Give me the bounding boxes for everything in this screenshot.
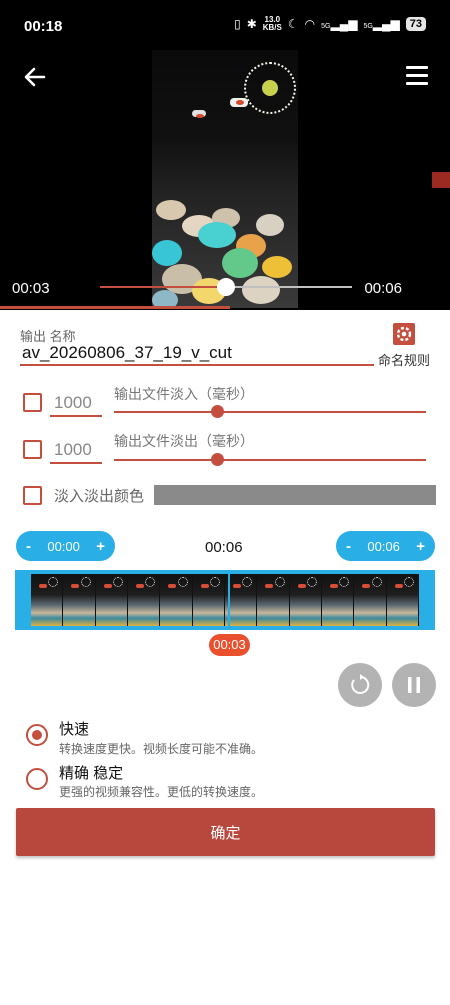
reset-icon xyxy=(351,674,370,694)
frame-fish xyxy=(168,584,177,588)
pause-button[interactable] xyxy=(392,663,436,707)
bluetooth-icon: ✱ xyxy=(246,17,257,31)
trim-duration: 00:06 xyxy=(205,539,243,556)
frame-plant xyxy=(80,577,91,587)
seek-progress xyxy=(100,286,226,288)
back-arrow-icon[interactable] xyxy=(22,64,48,90)
status-time: 00:18 xyxy=(24,18,63,35)
frame-plant xyxy=(306,577,317,587)
fade-color-swatch[interactable] xyxy=(154,485,436,505)
trim-end-plus-button[interactable]: + xyxy=(416,538,425,555)
fade-out-thumb[interactable] xyxy=(210,453,224,466)
end-time: 00:06 xyxy=(364,280,402,297)
wifi-icon: ◠ xyxy=(304,17,316,31)
signal-icon: 5G▂▄▆ xyxy=(321,17,358,31)
frame-plant xyxy=(242,577,253,587)
frame-plant xyxy=(403,577,414,587)
frame-plant xyxy=(274,577,285,587)
trim-start-value: 00:00 xyxy=(47,538,80,554)
frame-fish xyxy=(394,584,403,588)
frame-fish xyxy=(103,584,112,588)
current-time: 00:03 xyxy=(12,280,50,297)
menu-icon[interactable] xyxy=(406,66,428,86)
frame-thumbnail xyxy=(321,574,355,626)
frame-plant xyxy=(48,577,59,587)
fade-out-slider[interactable] xyxy=(114,453,426,466)
fade-color-checkbox[interactable] xyxy=(23,486,42,505)
trim-start-plus-button[interactable]: + xyxy=(96,538,105,555)
fade-out-checkbox[interactable] xyxy=(23,440,42,459)
frame-fish xyxy=(200,584,209,588)
frame-plant xyxy=(209,577,220,587)
option-fast-desc: 转换速度更快。视频长度可能不准确。 xyxy=(59,742,264,756)
fade-out-label: 输出文件淡出（毫秒） xyxy=(114,433,254,449)
status-icons: ▯ ✱ 13.0 KB/S ☾ ◠ 5G▂▄▆ 5G▂▄▆ 73 xyxy=(234,16,426,32)
frame-fish xyxy=(297,584,306,588)
trim-start-minus-button[interactable]: - xyxy=(26,538,31,555)
trim-start-control: - 00:00 + xyxy=(16,531,115,561)
progress-underline xyxy=(0,306,230,309)
seek-thumb[interactable] xyxy=(217,278,235,296)
frame-thumbnails xyxy=(31,574,419,626)
battery-badge: 73 xyxy=(405,17,426,31)
video-player: 00:18 ▯ ✱ 13.0 KB/S ☾ ◠ 5G▂▄▆ 5G▂▄▆ 73 0… xyxy=(0,0,450,310)
fade-out-value[interactable]: 1000 xyxy=(50,440,102,464)
signal-icon-2: 5G▂▄▆ xyxy=(363,17,400,31)
side-marker xyxy=(432,172,450,188)
trim-end-control: - 00:06 + xyxy=(336,531,435,561)
frame-fish xyxy=(265,584,274,588)
pause-icon xyxy=(408,677,420,693)
trim-end-value: 00:06 xyxy=(367,538,400,554)
frame-fish xyxy=(71,584,80,588)
reset-button[interactable] xyxy=(338,663,382,707)
fade-in-checkbox[interactable] xyxy=(23,393,42,412)
fade-in-thumb[interactable] xyxy=(210,405,224,418)
vibrate-icon: ▯ xyxy=(234,17,241,31)
frame-plant xyxy=(145,577,156,587)
net-speed: 13.0 KB/S xyxy=(262,15,282,32)
fade-color-label: 淡入淡出颜色 xyxy=(54,488,145,505)
frame-thumbnail xyxy=(31,574,64,626)
frame-fish xyxy=(39,584,47,588)
option-accurate-desc: 更强的视频兼容性。更低的转换速度。 xyxy=(59,785,264,799)
frame-thumbnail xyxy=(289,574,322,626)
radio-selected-dot xyxy=(32,730,42,740)
frame-fish xyxy=(232,584,241,588)
frame-thumbnail xyxy=(192,574,225,626)
output-name-field[interactable] xyxy=(20,342,374,366)
status-bar: 00:18 ▯ ✱ 13.0 KB/S ☾ ◠ 5G▂▄▆ 5G▂▄▆ 73 xyxy=(0,0,450,50)
fade-in-label: 输出文件淡入（毫秒） xyxy=(114,386,254,402)
position-badge: 00:03 xyxy=(209,634,250,656)
moon-icon: ☾ xyxy=(287,17,299,31)
confirm-button[interactable]: 确定 xyxy=(16,808,435,856)
frame-thumbnail xyxy=(354,574,387,626)
naming-rule-button[interactable]: 命名规则 xyxy=(378,350,430,369)
timeline-playhead[interactable] xyxy=(228,570,230,630)
gear-icon[interactable] xyxy=(393,323,415,345)
frame-fish xyxy=(135,584,144,588)
timeline-strip[interactable] xyxy=(15,570,435,630)
frame-fish xyxy=(329,584,338,588)
option-fast-radio[interactable] xyxy=(26,724,48,746)
trim-end-minus-button[interactable]: - xyxy=(346,538,351,555)
option-accurate-title: 精确 稳定 xyxy=(59,765,124,782)
frame-thumbnail xyxy=(63,574,96,626)
option-fast-title: 快速 xyxy=(59,721,90,738)
frame-thumbnail xyxy=(257,574,290,626)
video-frame xyxy=(152,50,298,308)
frame-plant xyxy=(112,577,123,587)
fade-in-value[interactable]: 1000 xyxy=(50,393,102,417)
frame-plant xyxy=(177,577,188,587)
fade-in-slider[interactable] xyxy=(114,405,426,418)
frame-thumbnail xyxy=(95,574,128,626)
frame-thumbnail xyxy=(386,574,419,626)
option-accurate-radio[interactable] xyxy=(26,768,48,790)
frame-plant xyxy=(339,577,350,587)
frame-fish xyxy=(362,584,371,588)
seek-bar[interactable] xyxy=(100,278,352,296)
frame-thumbnail xyxy=(127,574,161,626)
frame-plant xyxy=(371,577,382,587)
frame-thumbnail xyxy=(160,574,193,626)
